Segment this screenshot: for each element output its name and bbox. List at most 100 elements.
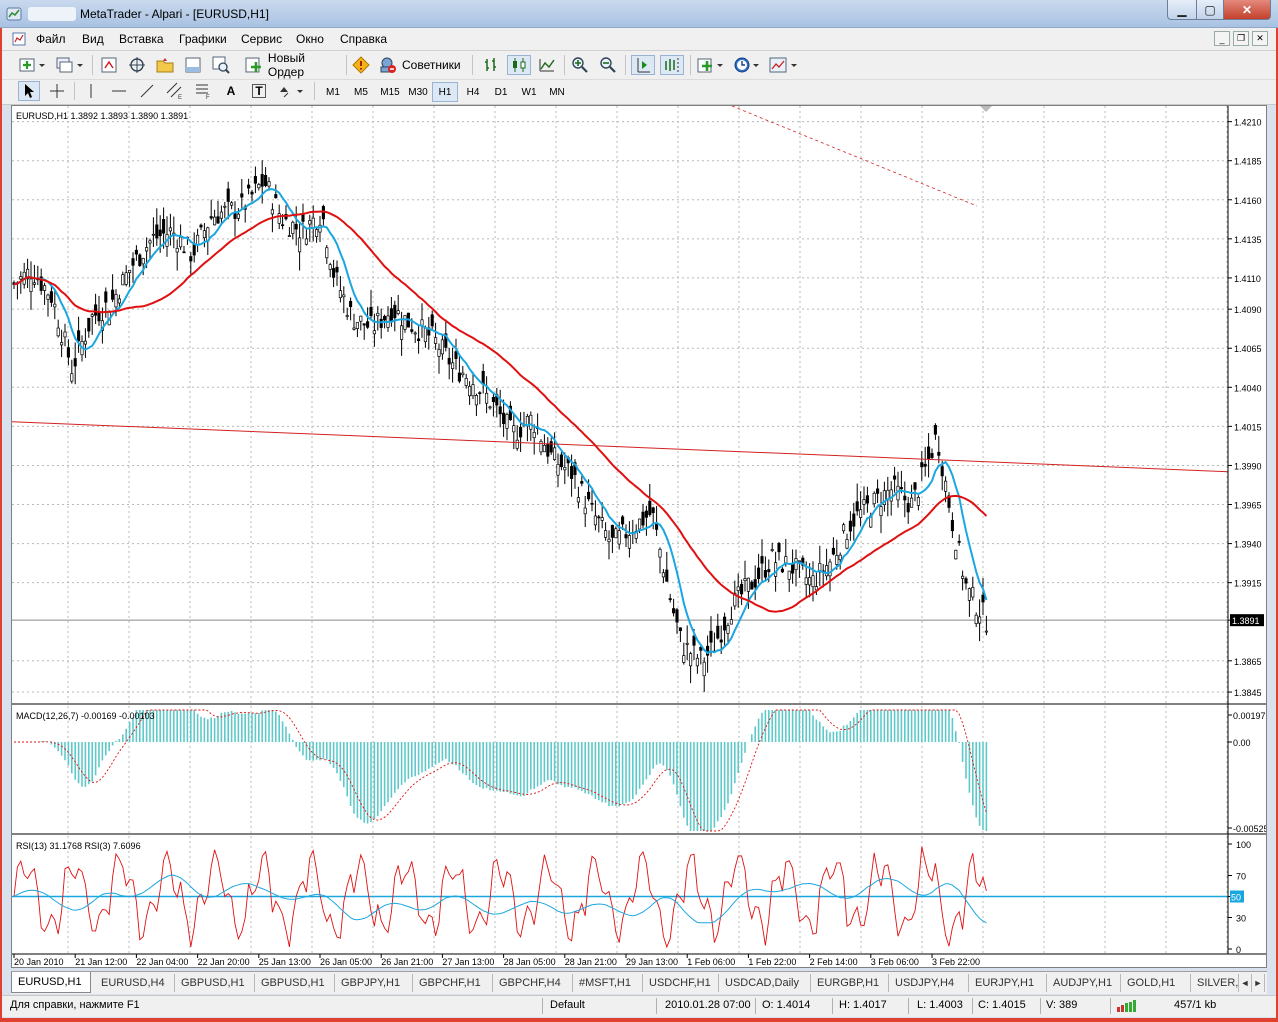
periods-button[interactable] — [732, 55, 762, 75]
tab-usdcad-daily[interactable]: USDCAD,Daily — [719, 974, 811, 992]
terminal-button[interactable] — [182, 55, 204, 75]
chart-shift-button[interactable] — [660, 55, 684, 75]
time-label: 2 Feb 14:00 — [810, 957, 858, 967]
menu-charts[interactable]: Графики — [179, 32, 227, 46]
chart-window-icon[interactable] — [12, 32, 26, 46]
candle-body — [335, 266, 339, 273]
tab-usdjpy-h4[interactable]: USDJPY,H4 — [889, 974, 969, 992]
candle-body — [46, 294, 50, 300]
timeframe-h4[interactable]: H4 — [460, 82, 486, 102]
time-label: 3 Feb 22:00 — [932, 957, 980, 967]
indicators-button[interactable] — [696, 55, 726, 75]
mdi-minimize-button[interactable]: _ — [1214, 31, 1230, 46]
status-high: H: 1.4017 — [839, 999, 887, 1011]
mdi-close-button[interactable]: ✕ — [1252, 31, 1268, 46]
templates-button[interactable] — [768, 55, 800, 75]
zoom-out-button[interactable] — [597, 55, 619, 75]
chart-window[interactable]: 1.4210 1.4185 1.4160 1.4135 1.4110 1.4090 1.40… — [11, 105, 1267, 968]
arrows-icon — [280, 87, 303, 98]
metaeditor-button[interactable] — [350, 55, 372, 75]
candle-body — [668, 598, 672, 601]
cursor-tool[interactable] — [18, 81, 40, 101]
current-price-label: 1.3891 — [1232, 616, 1260, 626]
status-help-text: Для справки, нажмите F1 — [10, 999, 140, 1011]
crosshair-tool[interactable] — [46, 81, 68, 101]
tab-silver[interactable]: SILVER, — [1191, 974, 1239, 992]
candle-body — [950, 520, 954, 532]
tab-eurjpy-h1[interactable]: EURJPY,H1 — [969, 974, 1047, 992]
tabs-scroll-right-button[interactable]: ► — [1252, 974, 1265, 992]
time-label: 1 Feb 22:00 — [748, 957, 796, 967]
auto-scroll-button[interactable] — [631, 55, 655, 75]
price-chart[interactable]: 1.4210 1.4185 1.4160 1.4135 1.4110 1.4090 1.40… — [12, 106, 1266, 967]
tab-gbpusd-h1-2[interactable]: GBPUSD,H1 — [255, 974, 335, 992]
tab-eurusd-h1[interactable]: EURUSD,H1 — [11, 972, 91, 993]
market-watch-button[interactable] — [98, 55, 120, 75]
strategy-tester-button[interactable] — [210, 55, 232, 75]
candle-body — [230, 202, 234, 206]
line-chart-button[interactable] — [536, 55, 558, 75]
candlestick-chart-button[interactable] — [507, 55, 531, 75]
candle-body — [893, 475, 897, 480]
connection-status-icon[interactable] — [1116, 1000, 1138, 1012]
mdi-restore-button[interactable]: ❐ — [1233, 31, 1249, 46]
window-minimize-button[interactable]: ▁ — [1167, 0, 1197, 20]
candle-body — [223, 205, 227, 208]
vertical-line-tool[interactable] — [80, 81, 102, 101]
time-label: 27 Jan 13:00 — [442, 957, 494, 967]
window-maximize-button[interactable]: ▢ — [1196, 0, 1224, 20]
new-chart-button[interactable] — [18, 55, 48, 75]
data-window-button[interactable] — [126, 55, 148, 75]
candle-body — [311, 217, 315, 229]
tabs-scroll-left-button[interactable]: ◄ — [1239, 974, 1252, 992]
menu-window[interactable]: Окно — [296, 32, 324, 46]
tab-gbpusd-h1[interactable]: GBPUSD,H1 — [175, 974, 255, 992]
timeframe-mn[interactable]: MN — [544, 82, 570, 102]
timeframe-m30[interactable]: M30 — [404, 82, 432, 102]
menu-view[interactable]: Вид — [82, 32, 104, 46]
tab-gbpjpy-h1[interactable]: GBPJPY,H1 — [335, 974, 413, 992]
metatrader-app-icon[interactable] — [6, 6, 22, 22]
timeframe-m5[interactable]: M5 — [348, 82, 374, 102]
profiles-button[interactable] — [54, 55, 86, 75]
text-label-tool[interactable]: T — [248, 81, 270, 101]
tab-eurusd-h4[interactable]: EURUSD,H4 — [95, 974, 175, 992]
window-close-button[interactable]: ✕ — [1223, 0, 1271, 20]
tab-msft-h1[interactable]: #MSFT,H1 — [573, 974, 643, 992]
candle-body — [434, 337, 438, 344]
candle-body — [532, 432, 536, 439]
arrows-tool[interactable] — [276, 81, 306, 101]
navigator-button[interactable] — [154, 55, 176, 75]
experts-toggle-button[interactable]: Советники — [378, 55, 464, 75]
candle-body — [692, 635, 696, 646]
timeframe-m1[interactable]: M1 — [320, 82, 346, 102]
tab-usdchf-h1[interactable]: USDCHF,H1 — [643, 974, 719, 992]
candle-body — [927, 446, 931, 460]
tab-gbpchf-h4[interactable]: GBPCHF,H4 — [493, 974, 573, 992]
candle-body — [189, 256, 193, 262]
text-tool[interactable]: A — [220, 81, 242, 101]
tab-audjpy-h1[interactable]: AUDJPY,H1 — [1047, 974, 1121, 992]
timeframe-h1[interactable]: H1 — [432, 82, 458, 102]
bar-chart-button[interactable] — [480, 55, 502, 75]
menu-insert[interactable]: Вставка — [119, 32, 164, 46]
tab-eurgbp-h1[interactable]: EURGBP,H1 — [811, 974, 889, 992]
horizontal-line-tool[interactable] — [108, 81, 130, 101]
tab-gold-h1[interactable]: GOLD,H1 — [1121, 974, 1191, 992]
status-profile[interactable]: Default — [550, 999, 585, 1011]
equidistant-channel-tool[interactable]: E — [164, 81, 186, 101]
zoom-in-button[interactable] — [569, 55, 591, 75]
timeframe-d1[interactable]: D1 — [488, 82, 514, 102]
menu-file[interactable]: Файл — [36, 32, 66, 46]
candle-body — [804, 577, 808, 585]
candle-body — [359, 315, 363, 322]
menu-help[interactable]: Справка — [340, 32, 387, 46]
tab-gbpchf-h1[interactable]: GBPCHF,H1 — [413, 974, 493, 992]
timeframe-w1[interactable]: W1 — [516, 82, 542, 102]
trendline-tool[interactable] — [136, 81, 158, 101]
candle-body — [369, 306, 373, 317]
fibonacci-tool[interactable]: F — [192, 81, 214, 101]
menu-service[interactable]: Сервис — [241, 32, 282, 46]
timeframe-m15[interactable]: M15 — [376, 82, 404, 102]
new-order-button[interactable]: Новый Ордер — [244, 51, 344, 79]
